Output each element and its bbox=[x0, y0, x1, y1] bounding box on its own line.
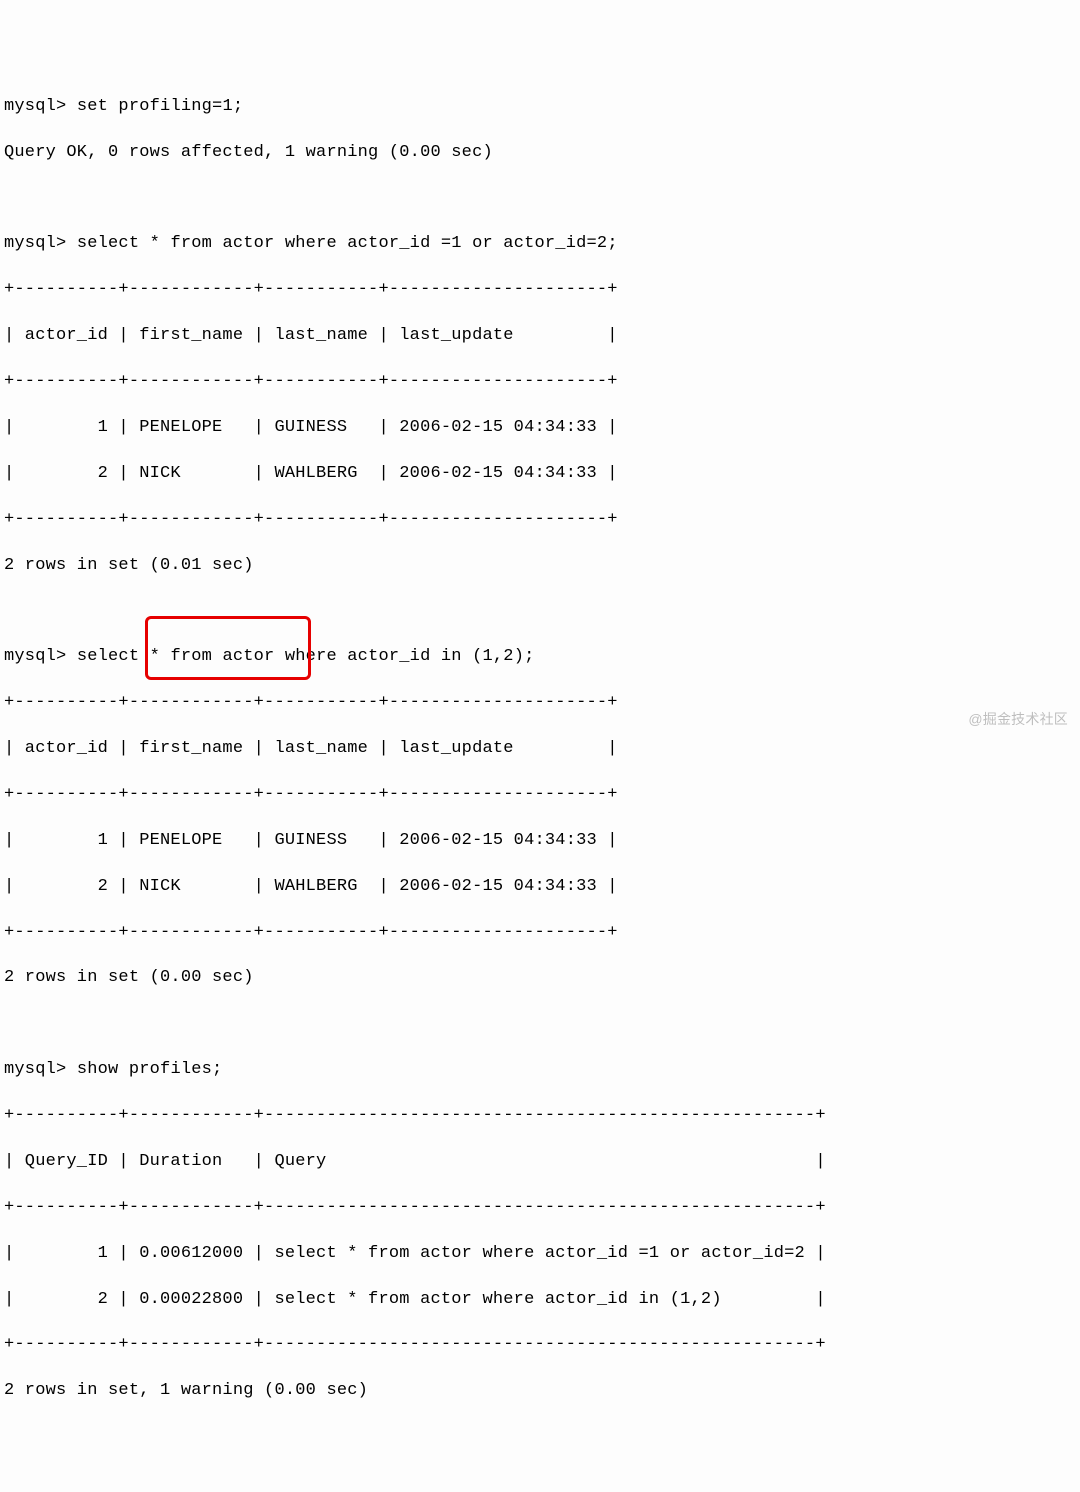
table-header: | actor_id | first_name | last_name | la… bbox=[4, 325, 1076, 348]
terminal-line: mysql> set profiling=1; bbox=[4, 96, 1076, 119]
terminal-line: mysql> select * from actor where actor_i… bbox=[4, 233, 1076, 256]
terminal-line: mysql> select * from actor where actor_i… bbox=[4, 646, 1076, 669]
prompt: mysql> bbox=[4, 234, 66, 253]
table-border: +----------+------------+-----------+---… bbox=[4, 371, 1076, 394]
table-row: | 1 | PENELOPE | GUINESS | 2006-02-15 04… bbox=[4, 830, 1076, 853]
blank-line bbox=[4, 600, 1076, 623]
response-rows: 2 rows in set (0.01 sec) bbox=[4, 555, 1076, 578]
table-row: | 1 | PENELOPE | GUINESS | 2006-02-15 04… bbox=[4, 417, 1076, 440]
response-final: 2 rows in set, 1 warning (0.00 sec) bbox=[4, 1380, 1076, 1403]
prompt: mysql> bbox=[4, 647, 66, 666]
terminal-line: mysql> show profiles; bbox=[4, 1059, 1076, 1082]
table-border: +----------+------------+-----------+---… bbox=[4, 784, 1076, 807]
profiles-border: +----------+------------+---------------… bbox=[4, 1105, 1076, 1128]
cmd-set-profiling: set profiling=1; bbox=[77, 97, 243, 116]
cmd-show-profiles: show profiles; bbox=[77, 1060, 223, 1079]
profiles-border: +----------+------------+---------------… bbox=[4, 1197, 1076, 1220]
blank-line bbox=[4, 188, 1076, 211]
profiles-row: | 2 | 0.00022800 | select * from actor w… bbox=[4, 1289, 1076, 1312]
blank-line bbox=[4, 1013, 1076, 1036]
response-ok: Query OK, 0 rows affected, 1 warning (0.… bbox=[4, 142, 1076, 165]
table-border: +----------+------------+-----------+---… bbox=[4, 692, 1076, 715]
response-rows: 2 rows in set (0.00 sec) bbox=[4, 967, 1076, 990]
table-border: +----------+------------+-----------+---… bbox=[4, 509, 1076, 532]
table-row: | 2 | NICK | WAHLBERG | 2006-02-15 04:34… bbox=[4, 463, 1076, 486]
table-border: +----------+------------+-----------+---… bbox=[4, 279, 1076, 302]
table-header: | actor_id | first_name | last_name | la… bbox=[4, 738, 1076, 761]
table-row: | 2 | NICK | WAHLBERG | 2006-02-15 04:34… bbox=[4, 876, 1076, 899]
prompt: mysql> bbox=[4, 97, 66, 116]
profiles-row: | 1 | 0.00612000 | select * from actor w… bbox=[4, 1243, 1076, 1266]
prompt: mysql> bbox=[4, 1060, 66, 1079]
profiles-border: +----------+------------+---------------… bbox=[4, 1334, 1076, 1357]
watermark: @掘金技术社区 bbox=[968, 710, 1068, 729]
profiles-header: | Query_ID | Duration | Query | bbox=[4, 1151, 1076, 1174]
cmd-query1: select * from actor where actor_id =1 or… bbox=[77, 234, 618, 253]
cmd-query2: select * from actor where actor_id in (1… bbox=[77, 647, 535, 666]
table-border: +----------+------------+-----------+---… bbox=[4, 922, 1076, 945]
